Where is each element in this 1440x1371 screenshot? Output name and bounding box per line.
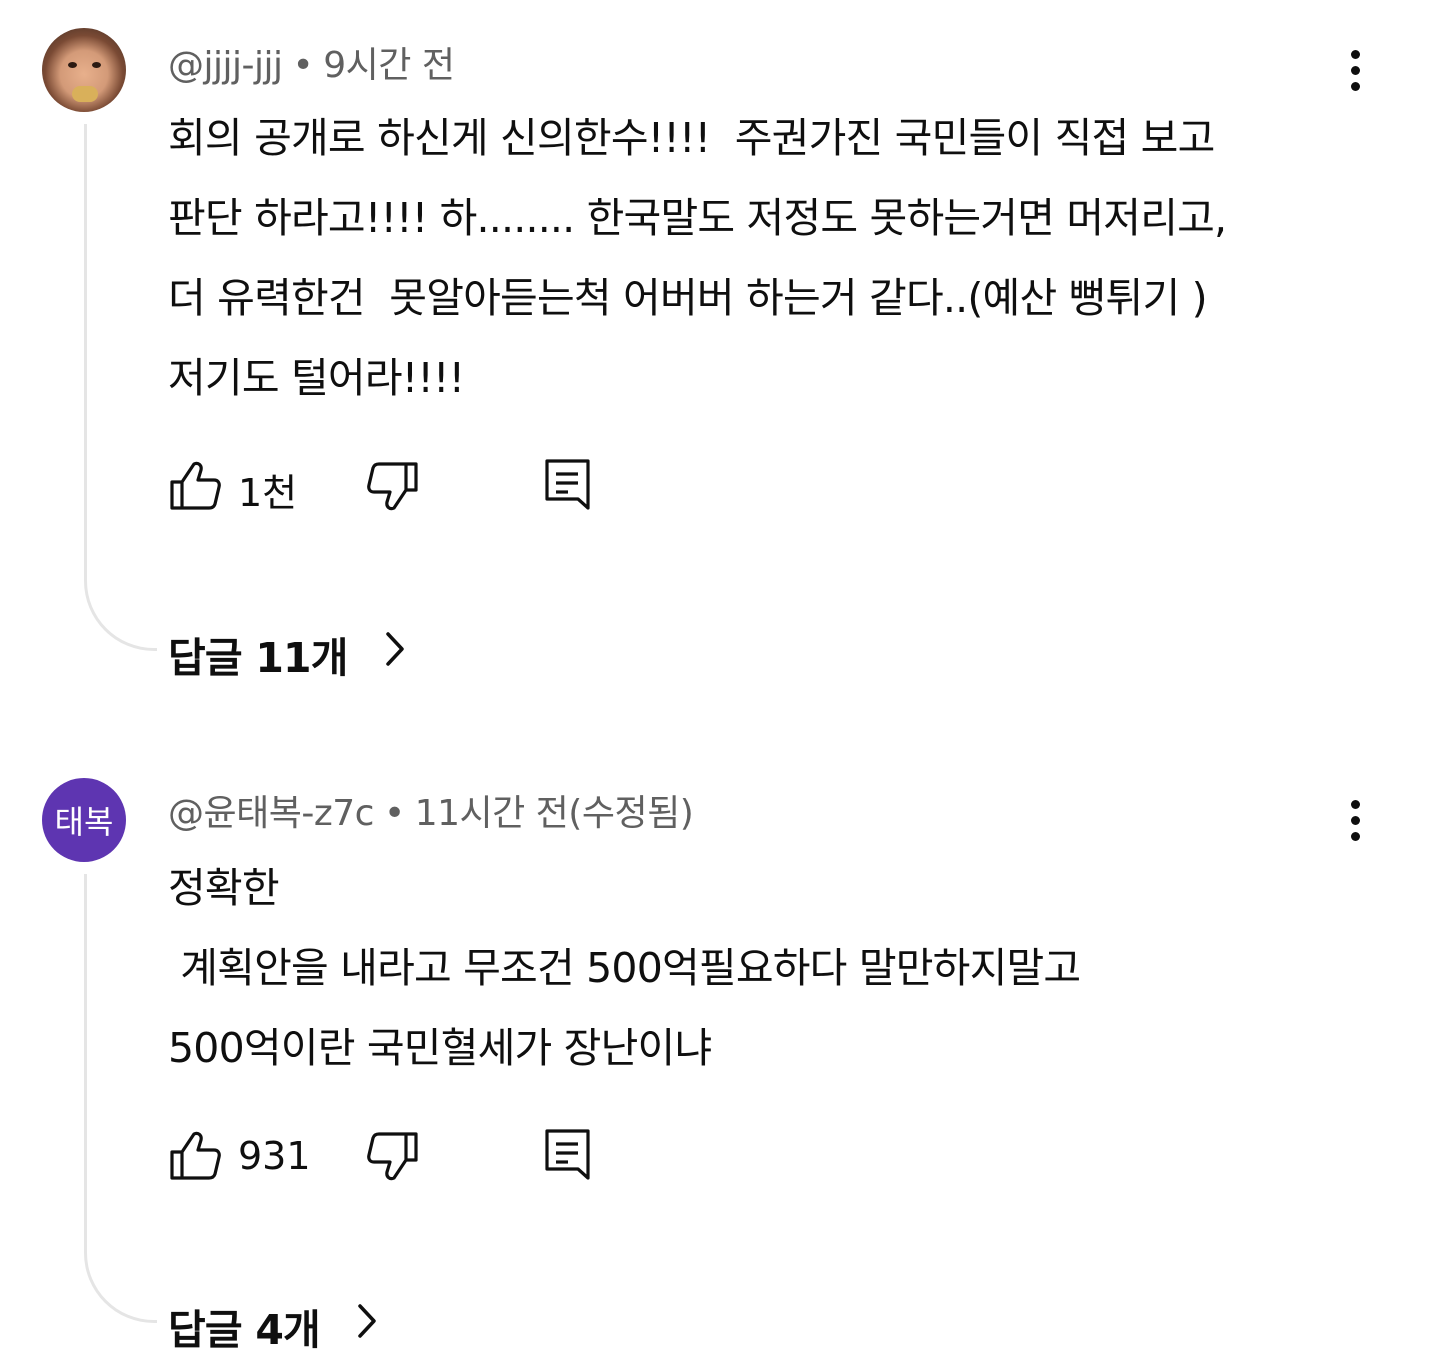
- view-replies-button[interactable]: 답글 11개: [168, 624, 404, 684]
- author-handle[interactable]: @jjjj-jjj: [168, 45, 283, 86]
- avatar-mouth: [72, 86, 98, 102]
- user-avatar[interactable]: 태복: [42, 778, 126, 862]
- meta-separator: •: [383, 793, 405, 834]
- comment-icon: [545, 459, 590, 510]
- avatar-initials: 태복: [54, 803, 114, 841]
- more-vert-icon[interactable]: [1338, 46, 1374, 96]
- more-vert-icon[interactable]: [1338, 796, 1374, 846]
- thumbs-up-icon: [170, 1131, 221, 1180]
- chevron-right-icon: [386, 632, 404, 666]
- replies-label: 답글 4개: [168, 1306, 321, 1354]
- chevron-right-icon: [358, 1304, 376, 1338]
- comment-text-line: 더 유력한건 못알아듣는척 어버버 하는거 같다..(예산 뻥튀기 ): [168, 274, 1208, 322]
- comment-text-line: 정확한: [168, 864, 280, 912]
- avatar-eye-right: [92, 62, 101, 68]
- comment-time: 9시간 전: [323, 45, 455, 86]
- thread-line: [84, 124, 157, 651]
- replies-label: 답글 11개: [168, 634, 349, 682]
- comment-time: 11시간 전(수정됨): [414, 793, 694, 834]
- like-button[interactable]: [168, 1130, 222, 1182]
- user-avatar[interactable]: [42, 28, 126, 112]
- thread-line: [84, 874, 157, 1323]
- meta-separator: •: [292, 45, 314, 86]
- like-count: 1천: [238, 471, 298, 515]
- comment-text-line: 회의 공개로 하신게 신의한수!!!! 주권가진 국민들이 직접 보고: [168, 114, 1215, 162]
- thumbs-down-icon: [367, 1132, 418, 1181]
- avatar-eye-left: [68, 62, 77, 68]
- comment-text-line: 저기도 털어라!!!!: [168, 354, 465, 402]
- comment-text-line: 계획안을 내라고 무조건 500억필요하다 말만하지말고: [168, 944, 1081, 992]
- reply-button[interactable]: [544, 1128, 592, 1182]
- comment-text-line: 판단 하라고!!!! 하........ 한국말도 저정도 못하는거면 머저리고…: [168, 194, 1227, 242]
- thumbs-up-icon: [170, 461, 221, 510]
- reply-button[interactable]: [544, 458, 592, 512]
- like-button[interactable]: [168, 460, 222, 512]
- comment-icon: [545, 1129, 590, 1180]
- comment-text-line: 500억이란 국민혈세가 장난이냐: [168, 1024, 712, 1072]
- dislike-button[interactable]: [366, 1130, 420, 1182]
- thumbs-down-icon: [367, 462, 418, 511]
- view-replies-button[interactable]: 답글 4개: [168, 1296, 376, 1356]
- comment-meta: @jjjj-jjj • 9시간 전: [168, 36, 455, 88]
- comment-meta: @윤태복-z7c • 11시간 전(수정됨): [168, 784, 694, 836]
- author-handle[interactable]: @윤태복-z7c: [168, 793, 374, 834]
- dislike-button[interactable]: [366, 460, 420, 512]
- like-count: 931: [238, 1134, 311, 1178]
